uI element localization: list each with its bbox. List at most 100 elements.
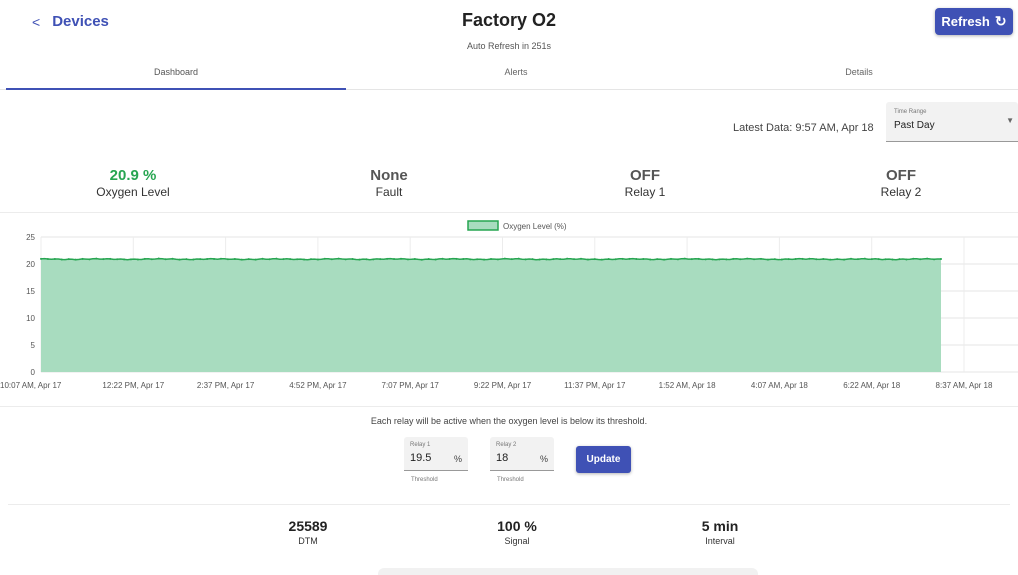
data-point [344, 258, 347, 261]
data-point [40, 257, 42, 260]
stat-value: 20.9 % [109, 167, 157, 184]
data-point [746, 257, 749, 260]
refresh-label: Refresh [941, 14, 990, 29]
tab-dashboard[interactable]: Dashboard [6, 60, 346, 90]
update-thresholds-button[interactable]: Update [576, 446, 631, 473]
data-point [683, 257, 686, 260]
data-point [905, 258, 908, 261]
data-point [573, 258, 576, 261]
data-point [448, 258, 451, 261]
data-point [877, 258, 880, 261]
data-point [171, 257, 174, 260]
tab-alerts[interactable]: Alerts [346, 60, 686, 90]
data-point [316, 258, 319, 261]
data-point [656, 258, 659, 261]
data-point [303, 258, 306, 261]
relay-2-unit: % [539, 454, 548, 464]
data-point [164, 258, 167, 261]
data-point [434, 258, 437, 261]
data-point [268, 258, 271, 261]
stat-value: OFF [630, 167, 660, 184]
page-title: Factory O2 [461, 10, 557, 30]
oxygen-chart: 0 5 10 15 20 25 10:07 AM, Apr 17 12:22 PM, Apr … [0, 212, 1018, 407]
x-tick-label: 8:37 AM, Apr 18 [936, 381, 993, 390]
data-point [330, 258, 333, 261]
tab-details[interactable]: Details [689, 60, 1018, 90]
y-tick-label: 0 [31, 368, 36, 377]
data-point [462, 258, 465, 261]
data-point [150, 258, 153, 261]
data-point [912, 257, 915, 260]
data-point [143, 257, 146, 260]
data-point [420, 258, 423, 261]
data-point [711, 258, 714, 261]
metric-dtm: 25589 DTM [248, 518, 368, 546]
x-tick-label: 4:07 AM, Apr 18 [751, 381, 808, 390]
data-point [607, 258, 610, 261]
data-point [773, 258, 776, 261]
stat-value: None [370, 167, 408, 184]
data-point [600, 258, 603, 261]
data-point [593, 258, 596, 261]
data-point [282, 258, 285, 261]
refresh-button[interactable]: Refresh ↻ [935, 8, 1013, 35]
y-tick-label: 5 [31, 341, 36, 350]
stat-fault: None Fault [314, 167, 464, 199]
data-point [815, 258, 818, 261]
data-point [898, 258, 901, 261]
data-point [88, 258, 91, 261]
data-point [919, 258, 922, 261]
data-point [850, 257, 852, 260]
data-point [289, 258, 292, 261]
data-point [386, 257, 389, 260]
data-point [67, 258, 70, 261]
data-point [199, 258, 202, 261]
data-point [697, 257, 700, 260]
data-point [413, 257, 416, 260]
data-point [178, 258, 181, 261]
data-point [206, 258, 209, 261]
time-range-label: Time Range [894, 109, 927, 115]
data-point [116, 258, 119, 261]
stat-value: OFF [886, 167, 916, 184]
data-point [455, 257, 458, 260]
relay-1-threshold-input[interactable]: Relay 1 19.5 % [404, 437, 468, 471]
data-point [829, 258, 832, 261]
data-point [517, 257, 520, 260]
x-tick-label: 1:52 AM, Apr 18 [659, 381, 716, 390]
data-point [351, 257, 354, 260]
data-point [884, 258, 887, 261]
data-point [469, 258, 472, 261]
series-area-fill [41, 258, 941, 372]
data-point [490, 258, 492, 261]
tab-bar: Dashboard Alerts Details [0, 60, 1018, 90]
data-point [296, 258, 299, 261]
data-point [787, 258, 790, 261]
data-point [130, 258, 132, 261]
data-point [753, 258, 756, 261]
data-point [870, 258, 873, 261]
data-point [704, 258, 707, 261]
data-point [185, 258, 188, 261]
latest-data-timestamp: Latest Data: 9:57 AM, Apr 18 [733, 122, 874, 134]
stat-label: Relay 1 [624, 185, 666, 199]
data-point [337, 257, 340, 260]
data-point [863, 257, 866, 260]
data-point [801, 257, 804, 260]
data-point [81, 257, 84, 260]
data-point [614, 258, 617, 261]
data-point [642, 257, 645, 260]
data-point [365, 258, 368, 261]
data-point [503, 257, 506, 260]
data-point [794, 258, 797, 261]
threshold-note: Each relay will be active when the oxyge… [370, 416, 648, 426]
stat-label: Fault [375, 185, 403, 199]
data-point [358, 258, 361, 261]
relay-2-threshold-input[interactable]: Relay 2 18 % [490, 437, 554, 471]
time-range-select[interactable]: Time Range Past Day ▼ [886, 102, 1018, 142]
data-point [663, 258, 666, 261]
relay-1-field-label: Relay 1 [410, 442, 431, 448]
data-point [940, 257, 942, 260]
data-point [123, 258, 126, 261]
data-point [635, 258, 638, 261]
